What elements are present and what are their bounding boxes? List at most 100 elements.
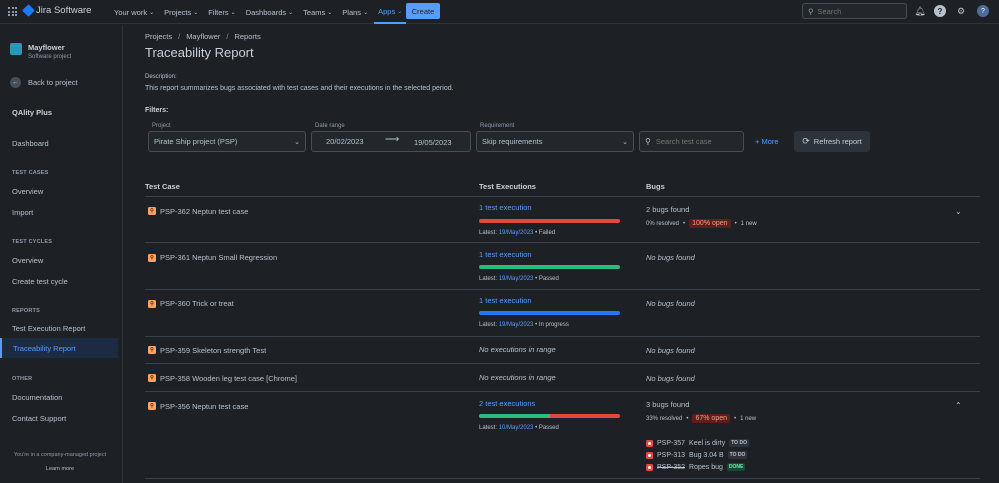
learn-more-link[interactable]: Learn more [0,466,120,472]
nav-apps[interactable]: Apps ⌄ [374,0,407,24]
bug-title: Keel is dirty [689,439,726,447]
test-execution-link[interactable]: 1 test execution [479,203,532,212]
latest-status: • Passed [535,276,559,282]
nav-dashboards[interactable]: Dashboards ⌄ [242,0,297,24]
nav-projects[interactable]: Projects ⌄ [160,0,202,24]
sidebar-item-create-test-cycle[interactable]: Create test cycle [12,277,68,286]
row-divider [145,289,980,290]
test-case-name[interactable]: PSP-356 Neptun test case [160,402,248,411]
latest-date[interactable]: 10/May/2023 [499,425,534,431]
sidebar-item-test-execution-report[interactable]: Test Execution Report [12,324,85,333]
project-type: Software project [28,54,72,60]
arrow-right-icon: ⟶ [385,134,400,145]
row-divider [145,363,980,364]
resolved-percent: 33% resolved [646,415,683,422]
help-icon[interactable]: ? [934,5,946,17]
notifications-icon[interactable]: 🔔︎ [914,5,926,17]
jira-logo[interactable]: Jira Software [22,4,92,17]
main-content: Projects / Mayflower / Reports Traceabil… [124,25,999,483]
test-execution-link[interactable]: 1 test execution [479,250,532,259]
execution-progress-bar [479,311,620,315]
bug-icon [646,439,653,447]
sidebar-item-import[interactable]: Import [12,208,33,217]
test-case-name[interactable]: PSP-362 Neptun test case [160,207,248,216]
bug-item[interactable]: PSP-313 Bug 3.04 B TO DO [646,451,748,459]
latest-prefix: Latest: [479,276,498,282]
test-case-name[interactable]: PSP-361 Neptun Small Regression [160,253,277,262]
bugs-count: 3 bugs found [646,400,690,409]
search-icon: ⚲ [645,137,651,146]
row-divider [145,478,980,479]
sidebar-item-traceability-report[interactable]: Traceability Report [0,338,118,358]
nav-your-work[interactable]: Your work ⌄ [110,0,158,24]
breadcrumb-projects[interactable]: Projects [145,32,172,41]
app-name: Jira Software [36,5,92,16]
test-case-name[interactable]: PSP-358 Wooden leg test case [Chrome] [160,374,297,383]
back-to-project-link[interactable]: ← Back to project [10,77,78,88]
bug-key[interactable]: PSP-313 [657,452,685,459]
test-case-icon: ⚲ [148,300,156,308]
chevron-down-icon: ⌄ [230,9,236,16]
sidebar-item-contact-support[interactable]: Contact Support [12,414,66,423]
project-header[interactable]: Mayflower Software project [10,43,71,60]
description-text: This report summarizes bugs associated w… [145,85,454,92]
refresh-label: Refresh report [813,137,862,146]
column-header-test-case: Test Case [145,182,180,191]
app-switcher-icon[interactable] [8,7,17,16]
nav-teams[interactable]: Teams ⌄ [299,0,336,24]
test-execution-link[interactable]: 2 test executions [479,399,535,408]
search-test-case-field[interactable]: ⚲ [639,131,744,152]
chevron-down-icon: ⌄ [397,8,403,15]
new-count: 1 new [740,415,757,422]
test-case-name[interactable]: PSP-360 Trick or treat [160,299,234,308]
more-filters-button[interactable]: + More [755,137,779,146]
execution-progress-bar [479,414,620,418]
create-button[interactable]: Create [406,3,440,19]
column-header-bugs: Bugs [646,182,665,191]
date-to[interactable]: 19/05/2023 [414,138,452,147]
sidebar-heading-other: OTHER [12,376,33,382]
requirement-filter-label: Requirement [480,123,515,129]
app-title: QAlity Plus [12,108,53,117]
test-case-icon: ⚲ [148,207,156,215]
latest-date[interactable]: 19/May/2023 [499,322,534,328]
bug-item[interactable]: PSP-357 Keel is dirty TO DO [646,439,749,447]
bug-title: Bug 3.04 B [689,451,724,459]
new-count: 1 new [740,220,757,227]
user-avatar[interactable]: ? [977,5,989,17]
sidebar-item-dashboard[interactable]: Dashboard [12,139,49,148]
test-case-name[interactable]: PSP-359 Skeleton strength Test [160,346,266,355]
date-from[interactable]: 20/02/2023 [326,137,364,146]
row-divider [145,242,980,243]
sidebar-item-cycle-overview[interactable]: Overview [12,256,43,265]
test-execution-link[interactable]: 1 test execution [479,296,532,305]
global-search-input[interactable] [817,6,898,16]
breadcrumb-mayflower[interactable]: Mayflower [186,32,220,41]
no-bugs-text: No bugs found [646,346,695,355]
bug-icon [646,463,653,471]
collapse-chevron-up-icon[interactable]: ⌃ [955,401,962,410]
bug-key[interactable]: PSP-352 [657,464,685,471]
bug-stats: 33% resolved • 67% open • 1 new [646,414,757,423]
settings-gear-icon[interactable]: ⚙ [955,5,967,17]
no-bugs-text: No bugs found [646,374,695,383]
sidebar-item-tc-overview[interactable]: Overview [12,187,43,196]
sidebar-item-documentation[interactable]: Documentation [12,393,62,402]
latest-status: • Passed [535,425,559,431]
breadcrumb-reports[interactable]: Reports [234,32,260,41]
latest-date[interactable]: 19/May/2023 [499,230,534,236]
nav-filters[interactable]: Filters ⌄ [204,0,239,24]
nav-plans[interactable]: Plans ⌄ [338,0,372,24]
search-test-case-input[interactable] [655,137,738,146]
refresh-report-button[interactable]: ⟳ Refresh report [794,131,870,152]
bug-item[interactable]: PSP-352 Ropes bug DONE [646,463,746,471]
global-search[interactable]: ⚲ [802,3,907,19]
more-label: More [761,137,779,146]
expand-chevron-down-icon[interactable]: ⌄ [955,207,962,216]
chevron-down-icon: ⌄ [149,9,155,16]
bug-key[interactable]: PSP-357 [657,440,685,447]
project-select[interactable]: Pirate Ship project (PSP) ⌄ [148,131,306,152]
project-type-note: You're in a company-managed project [13,452,107,458]
latest-date[interactable]: 19/May/2023 [499,276,534,282]
requirement-select[interactable]: Skip requirements ⌄ [476,131,634,152]
